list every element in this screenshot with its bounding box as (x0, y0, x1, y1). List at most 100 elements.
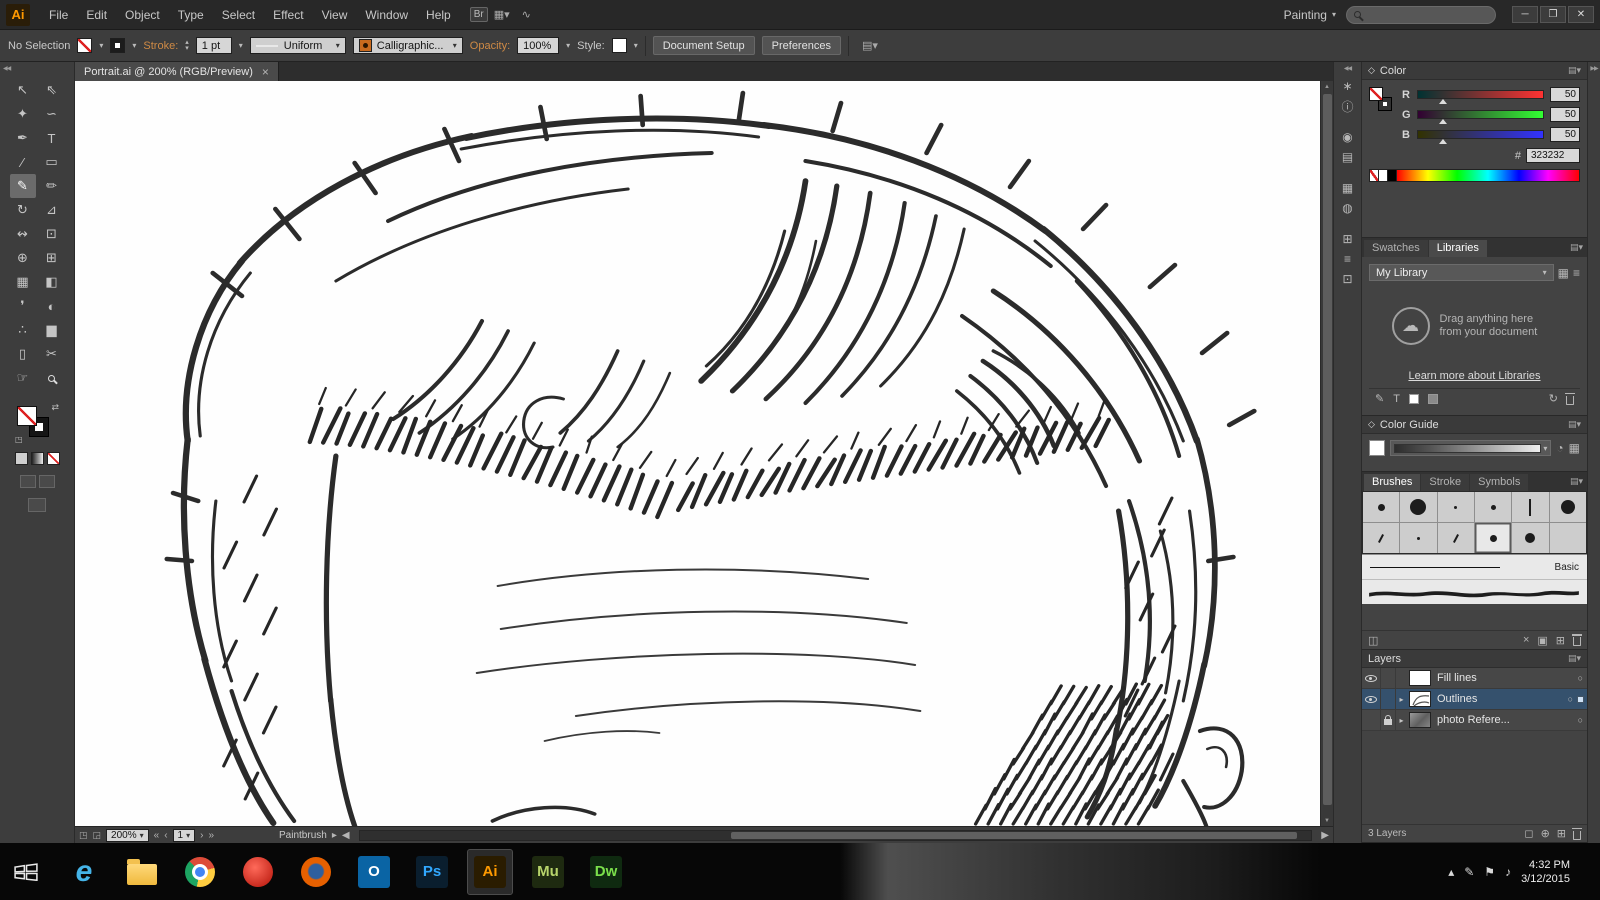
pathfinder-panel-icon[interactable]: ⊡ (1337, 269, 1359, 289)
new-layer-icon[interactable]: ⊞ (1557, 827, 1566, 840)
brush-cell[interactable] (1400, 523, 1437, 553)
menu-edit[interactable]: Edit (77, 0, 116, 30)
list-view-icon[interactable]: ≡ (1573, 266, 1580, 280)
menu-select[interactable]: Select (213, 0, 264, 30)
brush-libraries-icon[interactable]: ◫ (1368, 634, 1378, 647)
scroll-left-icon[interactable]: ◀ (342, 830, 350, 841)
brush-cell[interactable] (1474, 492, 1512, 522)
tab-close-icon[interactable]: × (262, 65, 269, 79)
type-tool[interactable]: T (39, 126, 65, 150)
layer-name[interactable]: Fill lines (1437, 672, 1574, 684)
panel-menu-icon[interactable]: ▤▾ (1570, 242, 1587, 253)
variable-width-select[interactable]: Uniform ▾ (249, 37, 346, 54)
draw-behind-button[interactable] (38, 475, 55, 488)
taskbar-dreamweaver[interactable]: Dw (584, 850, 628, 894)
taskbar-clock[interactable]: 4:32 PM 3/12/2015 (1521, 858, 1570, 886)
channel-value-r[interactable]: 50 (1550, 87, 1580, 102)
opacity-field[interactable]: 100% (517, 37, 560, 54)
last-artboard-icon[interactable]: » (208, 830, 214, 841)
gradient-panel-icon[interactable]: ◍ (1337, 198, 1359, 218)
opacity-label[interactable]: Opacity: (470, 40, 510, 52)
pencil-tool[interactable]: ✏ (39, 174, 65, 198)
brush-definition-select[interactable]: Calligraphic... ▾ (352, 37, 463, 54)
rectangle-tool[interactable]: ▭ (39, 150, 65, 174)
action-center-flag-icon[interactable]: ⚑ (1484, 865, 1495, 879)
channel-slider-b[interactable] (1417, 130, 1544, 144)
blend-tool[interactable]: ◐ (39, 294, 65, 318)
color-wheel-icon[interactable]: ◔ (1556, 441, 1563, 455)
info-panel-icon[interactable]: ⓘ (1337, 96, 1359, 116)
layer-visibility-toggle[interactable] (1362, 689, 1381, 709)
slice-tool[interactable]: ✂ (39, 342, 65, 366)
restore-button[interactable]: ❐ (1540, 6, 1566, 23)
scroll-right-icon[interactable]: ▶ (1321, 830, 1329, 841)
fill-swatch[interactable] (77, 38, 93, 53)
stroke-weight-label[interactable]: Stroke: (143, 40, 178, 52)
screen-mode-button[interactable] (28, 498, 46, 512)
hex-value-field[interactable]: 323232 (1526, 148, 1580, 163)
draw-normal-button[interactable] (19, 475, 36, 488)
learn-libraries-link[interactable]: Learn more about Libraries (1369, 370, 1580, 388)
minimize-button[interactable]: ─ (1512, 6, 1538, 23)
layer-row[interactable]: Fill lines ○ (1362, 668, 1587, 689)
menu-window[interactable]: Window (356, 0, 417, 30)
transparency-panel-icon[interactable]: ⊞ (1337, 229, 1359, 249)
menu-file[interactable]: File (40, 0, 77, 30)
scroll-up-icon[interactable]: ▲ (1324, 81, 1330, 92)
transform-panel-icon[interactable]: ▦ (1337, 178, 1359, 198)
taskbar-opera[interactable] (236, 850, 280, 894)
channel-value-b[interactable]: 50 (1550, 127, 1580, 142)
paintbrush-tool[interactable]: ✎ (9, 174, 36, 198)
channel-slider-g[interactable] (1417, 110, 1544, 124)
direct-selection-tool[interactable]: ⇖ (39, 78, 65, 102)
pen-tool[interactable]: ✒ (10, 126, 36, 150)
search-input[interactable] (1366, 8, 1476, 21)
document-setup-button[interactable]: Document Setup (652, 36, 755, 55)
canvas-nav-icon[interactable]: ◳ (79, 830, 88, 841)
none-swatch[interactable] (1369, 169, 1379, 182)
taskbar-outlook[interactable]: O (352, 850, 396, 894)
previous-artboard-icon[interactable]: ‹ (164, 830, 167, 841)
gradient-mode-button[interactable] (30, 452, 44, 465)
brush-cell[interactable] (1437, 523, 1474, 553)
layer-lock-toggle[interactable] (1381, 710, 1396, 730)
new-sublayer-icon[interactable]: ⊕ (1541, 827, 1550, 840)
none-mode-button[interactable] (46, 452, 60, 465)
layer-name[interactable]: photo Refere... (1437, 714, 1574, 726)
selection-tool[interactable]: ↖ (10, 78, 36, 102)
harmony-rule-select[interactable]: ▾ (1390, 440, 1552, 456)
document-tab[interactable]: Portrait.ai @ 200% (RGB/Preview) × (75, 62, 279, 81)
layer-target-icon[interactable]: ○ (1568, 694, 1573, 704)
horizontal-scroll-thumb[interactable] (730, 831, 1298, 839)
library-sync-icon[interactable]: ↻ (1549, 392, 1558, 405)
white-swatch[interactable] (1379, 169, 1388, 182)
artboard-tool[interactable]: ▯ (10, 342, 36, 366)
panel-menu-icon[interactable]: ▤▾ (1568, 65, 1581, 76)
stroke-weight-field[interactable]: 1 pt (195, 37, 232, 54)
delete-brush-icon[interactable] (1572, 634, 1582, 646)
delete-layer-icon[interactable] (1572, 827, 1582, 840)
arrange-documents-icon[interactable]: ▦▾ (494, 8, 510, 21)
layer-lock-toggle[interactable] (1381, 689, 1396, 709)
panel-options-icon[interactable]: ▤▾ (862, 39, 878, 52)
taskbar-illustrator[interactable]: Ai (467, 848, 513, 895)
shape-builder-tool[interactable]: ⊕ (10, 246, 36, 270)
tab-stroke[interactable]: Stroke (1421, 474, 1470, 491)
make-clipping-mask-icon[interactable]: ◻ (1524, 827, 1533, 840)
bridge-button[interactable]: Br (469, 7, 488, 22)
panel-collapse-icon[interactable]: ◇ (1368, 65, 1375, 76)
workspace-switcher[interactable]: Painting ▾ (1284, 8, 1336, 22)
layer-expand-icon[interactable]: ▸ (1396, 716, 1407, 725)
tools-collapse-icon[interactable]: ◀◀ (0, 62, 74, 76)
scroll-down-icon[interactable]: ▼ (1324, 815, 1330, 826)
swap-fill-stroke-icon[interactable]: ⇄ (51, 402, 59, 413)
chevron-down-icon[interactable]: ▾ (634, 41, 638, 50)
library-asset-icon[interactable] (1427, 393, 1438, 404)
panel-menu-icon[interactable]: ▤▾ (1568, 419, 1581, 430)
channel-slider-r[interactable] (1417, 90, 1544, 104)
status-options-icon[interactable]: ▸ (332, 830, 337, 841)
style-swatch[interactable] (611, 38, 627, 53)
menu-view[interactable]: View (313, 0, 357, 30)
brush-cell[interactable] (1512, 492, 1549, 522)
panel-menu-icon[interactable]: ▤▾ (1570, 476, 1587, 487)
